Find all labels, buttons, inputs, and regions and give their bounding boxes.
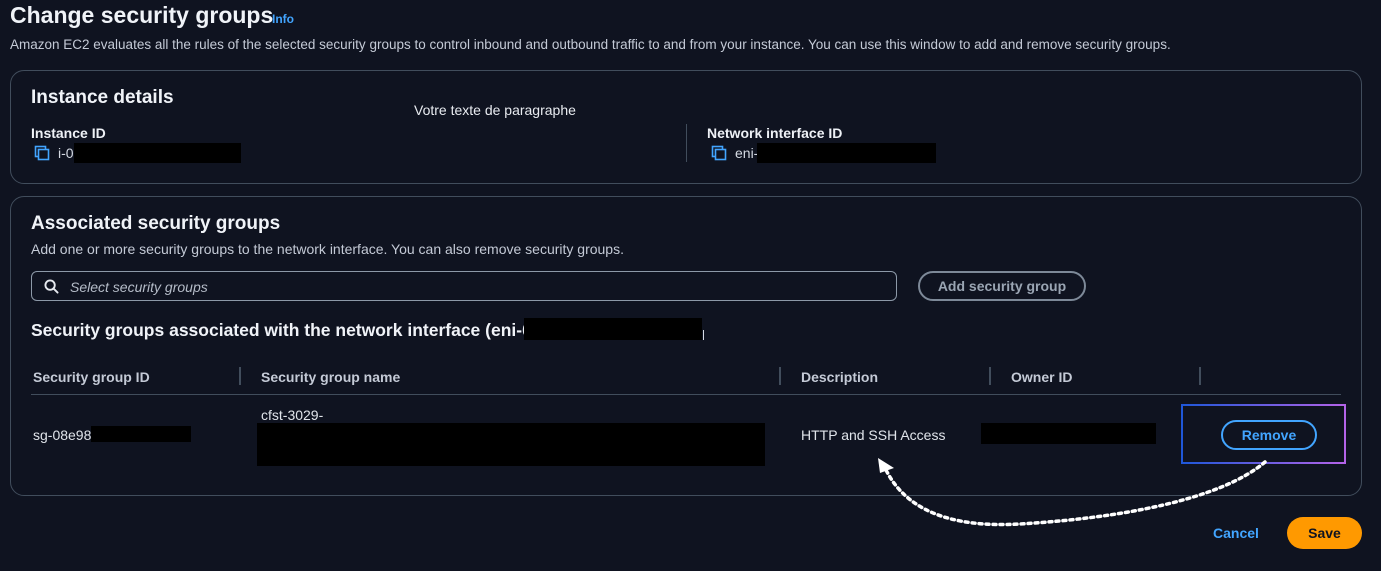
column-header-name[interactable]: Security group name xyxy=(261,369,400,385)
instance-details-heading: Instance details xyxy=(31,87,174,108)
cancel-button[interactable]: Cancel xyxy=(1213,525,1259,541)
search-input[interactable] xyxy=(68,276,872,298)
redacted-sg-id xyxy=(91,426,191,442)
redacted-network-interface-id xyxy=(757,143,936,163)
dotted-arrow-annotation xyxy=(878,458,1267,527)
associated-hint: Add one or more security groups to the n… xyxy=(31,241,624,257)
redacted-instance-id xyxy=(74,143,241,163)
redacted-eni-id xyxy=(524,318,702,340)
search-icon xyxy=(44,279,59,294)
table-header-divider xyxy=(31,394,1341,395)
associated-heading: Associated security groups xyxy=(31,213,281,234)
closing-paren-fragment xyxy=(700,330,704,340)
security-group-name: cfst-3029- xyxy=(261,407,324,423)
column-header-description[interactable]: Description xyxy=(801,369,878,385)
add-security-group-button[interactable]: Add security group xyxy=(918,271,1086,301)
network-interface-label: Network interface ID xyxy=(707,125,843,141)
copy-icon[interactable] xyxy=(34,145,50,161)
column-separator xyxy=(1199,367,1201,385)
redacted-sg-name xyxy=(257,423,765,466)
column-separator xyxy=(779,367,781,385)
page-title: Change security groups xyxy=(10,2,274,28)
instance-id-value: i-0 xyxy=(58,145,74,161)
column-header-owner[interactable]: Owner ID xyxy=(1011,369,1072,385)
info-link[interactable]: Info xyxy=(272,12,294,26)
column-header-id[interactable]: Security group ID xyxy=(33,369,150,385)
column-separator xyxy=(989,367,991,385)
security-group-id: sg-08e98 xyxy=(33,427,92,443)
column-divider xyxy=(686,124,687,162)
copy-icon[interactable] xyxy=(711,145,727,161)
save-button[interactable]: Save xyxy=(1287,517,1362,549)
security-group-search[interactable] xyxy=(31,271,897,301)
column-separator xyxy=(239,367,241,385)
instance-id-label: Instance ID xyxy=(31,125,106,141)
paragraph-text: Votre texte de paragraphe xyxy=(414,102,576,118)
table-heading: Security groups associated with the netw… xyxy=(31,320,532,340)
network-interface-value: eni- xyxy=(735,145,759,161)
page-description: Amazon EC2 evaluates all the rules of th… xyxy=(10,37,1171,52)
